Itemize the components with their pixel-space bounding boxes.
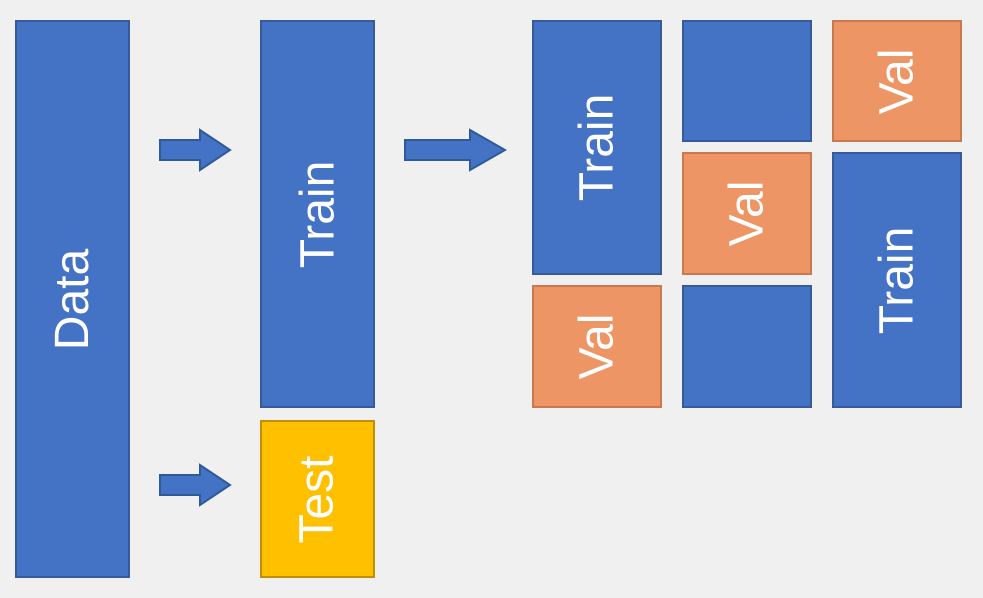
data-label: Data [45, 248, 100, 349]
fold1-train-label: Train [569, 94, 624, 202]
fold3-val-box: Val [832, 20, 962, 142]
fold1-train-box: Train [532, 20, 662, 275]
train-label: Train [290, 160, 345, 268]
fold3-train-label: Train [869, 226, 924, 334]
train-box: Train [260, 20, 375, 408]
fold1-val-box: Val [532, 285, 662, 408]
fold3-train-box: Train [832, 152, 962, 408]
arrow-train-to-splits [400, 125, 510, 175]
data-box: Data [15, 20, 130, 578]
fold2-val-label: Val [720, 181, 775, 247]
arrow-data-to-train [155, 125, 235, 175]
fold2-val-box: Val [682, 152, 812, 275]
fold1-val-label: Val [570, 314, 625, 380]
fold2-top-box [682, 20, 812, 142]
test-box: Test [260, 420, 375, 578]
fold3-val-label: Val [870, 48, 925, 114]
fold2-bottom-box [682, 285, 812, 408]
arrow-data-to-test [155, 460, 235, 510]
test-label: Test [290, 455, 345, 543]
